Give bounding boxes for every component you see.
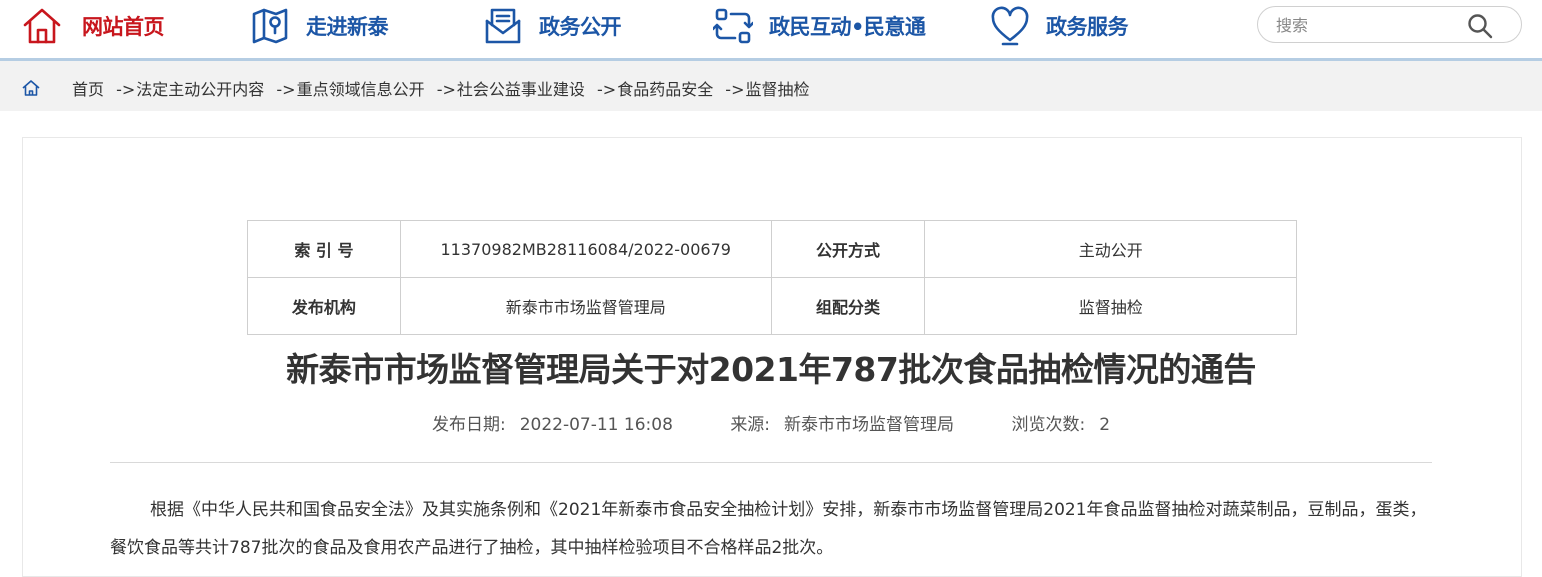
nav-intro[interactable]: 走进新泰 [250, 0, 389, 52]
breadcrumb-separator: -> [116, 80, 136, 99]
divider [110, 462, 1432, 463]
breadcrumb-trail: 首页 ->法定主动公开内容 ->重点领域信息公开 ->社会公益事业建设 ->食品… [72, 76, 810, 100]
breadcrumb-separator: -> [725, 80, 745, 99]
publish-date: 发布日期: 2022-07-11 16:08 [432, 410, 673, 435]
method-value: 主动公开 [924, 220, 1297, 278]
top-navigation: 网站首页 走进新泰 政务公开 政民互动•民意通 政务服务 搜索 [0, 0, 1542, 58]
breadcrumb-separator: -> [276, 80, 296, 99]
index-value: 11370982MB28116084/2022-00679 [399, 220, 772, 278]
nav-home[interactable]: 网站首页 [22, 0, 165, 52]
breadcrumb-separator: -> [436, 80, 456, 99]
table-row: 发布机构 新泰市市场监督管理局 组配分类 监督抽检 [247, 277, 1297, 335]
article-title: 新泰市市场监督管理局关于对2021年787批次食品抽检情况的通告 [286, 350, 1256, 389]
view-count: 浏览次数: 2 [1011, 410, 1110, 435]
nav-home-label: 网站首页 [82, 15, 165, 39]
nav-intro-label: 走进新泰 [306, 15, 389, 39]
index-label: 索 引 号 [247, 220, 401, 278]
publisher-label: 发布机构 [247, 277, 401, 335]
breadcrumb-item-home[interactable]: 首页 [72, 80, 104, 99]
category-value: 监督抽检 [924, 277, 1297, 335]
search-icon[interactable] [1466, 12, 1494, 40]
breadcrumb-item-key-areas[interactable]: 重点领域信息公开 [297, 80, 425, 99]
search-box [1257, 6, 1522, 43]
category-label: 组配分类 [770, 277, 926, 335]
nav-gov-open-label: 政务公开 [539, 15, 622, 39]
breadcrumb-item-public-welfare[interactable]: 社会公益事业建设 [457, 80, 585, 99]
publish-date-value: 2022-07-11 16:08 [519, 415, 673, 435]
breadcrumb-separator: -> [597, 80, 617, 99]
view-count-label: 浏览次数: [1011, 415, 1086, 435]
source-value: 新泰市市场监督管理局 [784, 415, 955, 435]
home-icon [22, 6, 62, 46]
method-label: 公开方式 [770, 220, 926, 278]
heart-icon [990, 6, 1030, 46]
article-info: 发布日期: 2022-07-11 16:08 来源: 新泰市市场监督管理局 浏览次数… [110, 410, 1432, 435]
publisher-value: 新泰市市场监督管理局 [399, 277, 772, 335]
article-body: 根据《中华人民共和国食品安全法》及其实施条例和《2021年新泰市食品安全抽检计划… [110, 500, 1427, 558]
breadcrumb-item-food-drug[interactable]: 食品药品安全 [617, 80, 713, 99]
nav-service-label: 政务服务 [1046, 15, 1129, 39]
metadata-table: 索 引 号 11370982MB28116084/2022-00679 公开方式… [247, 220, 1297, 335]
map-icon [250, 6, 290, 46]
source-label: 来源: [730, 415, 771, 435]
breadcrumb-item-inspection[interactable]: 监督抽检 [745, 80, 809, 99]
nav-gov-open[interactable]: 政务公开 [483, 0, 622, 52]
breadcrumb-home-icon[interactable] [22, 80, 40, 96]
table-row: 索 引 号 11370982MB28116084/2022-00679 公开方式… [247, 220, 1297, 278]
nav-interaction-label: 政民互动•民意通 [769, 15, 926, 39]
source: 来源: 新泰市市场监督管理局 [730, 410, 954, 435]
breadcrumb: 首页 ->法定主动公开内容 ->重点领域信息公开 ->社会公益事业建设 ->食品… [0, 58, 1542, 111]
search-input[interactable] [1276, 13, 1456, 37]
breadcrumb-item-statutory[interactable]: 法定主动公开内容 [136, 80, 264, 99]
publish-date-label: 发布日期: [431, 415, 506, 435]
view-count-value: 2 [1099, 415, 1111, 435]
envelope-icon [483, 6, 523, 46]
nav-service[interactable]: 政务服务 [990, 0, 1129, 52]
exchange-icon [713, 6, 753, 46]
nav-interaction[interactable]: 政民互动•民意通 [713, 0, 926, 52]
